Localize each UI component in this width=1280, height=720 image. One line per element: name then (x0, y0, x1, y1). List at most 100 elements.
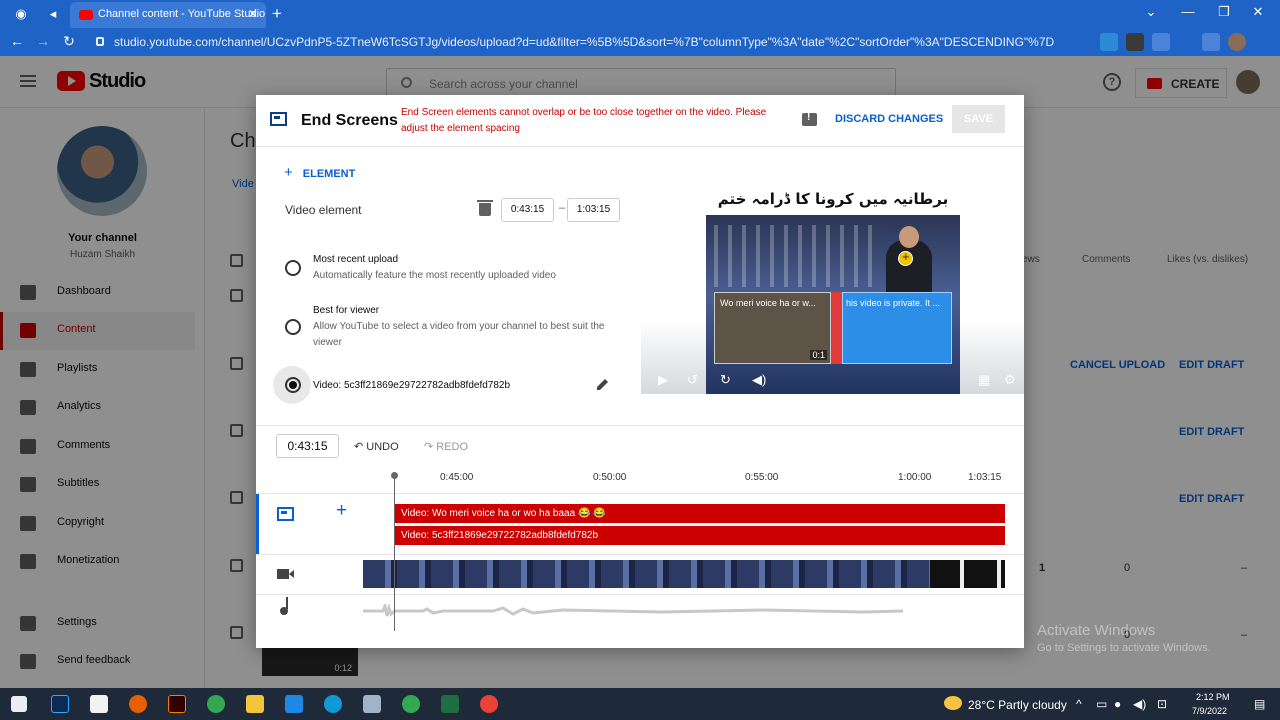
video-track-icon (277, 569, 294, 579)
rewind-icon[interactable]: ↺ (687, 372, 698, 388)
forward-icon[interactable]: ↻ (720, 372, 731, 388)
excel-icon[interactable] (441, 695, 459, 713)
youtube-favicon-icon (79, 10, 93, 20)
chrome-icon[interactable] (207, 695, 225, 713)
clock-date[interactable]: 7/9/2022 (1192, 706, 1227, 716)
radio-most-recent-upload[interactable] (285, 260, 301, 276)
timeline-element-bar[interactable]: Video: 5c3ff21869e29722782adb8fdefd782b (395, 526, 1005, 545)
windows-taskbar: 28°C Partly cloudy ^ ▭ ● ◀) ⊡ 2:12 PM 7/… (0, 688, 1280, 720)
discard-changes-button[interactable]: DISCARD CHANGES (835, 113, 943, 125)
tab-close-icon[interactable]: ✕ (248, 7, 258, 21)
delete-icon[interactable] (477, 200, 493, 216)
end-screens-dialog: End Screens End Screen elements cannot o… (256, 95, 1024, 648)
time-range-dash: – (559, 202, 566, 214)
windows-start-icon[interactable] (11, 696, 27, 712)
edge-icon[interactable] (324, 695, 342, 713)
start-time-input[interactable]: 0:43:15 (501, 198, 554, 222)
background-stripes (714, 225, 874, 287)
chrome-profile-icon[interactable] (402, 695, 420, 713)
add-track-element-icon[interactable]: + (336, 500, 347, 522)
browser-tab[interactable]: Channel content - YouTube Studio ✕ (70, 2, 266, 28)
activate-windows-subtitle: Go to Settings to activate Windows. (1037, 642, 1211, 654)
notifications-icon[interactable]: ▤ (1254, 697, 1265, 711)
side-panel-icon[interactable] (1202, 33, 1220, 51)
edit-pencil-icon[interactable] (596, 378, 609, 391)
tray-network-icon[interactable]: ▭ (1096, 697, 1107, 711)
timeline-tick: 0:55:00 (745, 472, 779, 483)
minimize-icon[interactable]: — (1173, 4, 1203, 19)
browser-tab-bar: ◉ ◂ Channel content - YouTube Studio ✕ +… (0, 0, 1280, 28)
active-track-indicator (256, 494, 259, 554)
redo-button[interactable]: ↷ REDO (424, 440, 468, 453)
file-explorer-icon[interactable] (246, 695, 264, 713)
move-cursor-icon (898, 249, 913, 266)
end-screen-track-icon (277, 507, 294, 521)
weather-icon[interactable] (944, 696, 962, 710)
photoshop-icon[interactable] (51, 695, 69, 713)
forward-icon[interactable]: → (33, 33, 53, 49)
element-b-label: his video is private. It ... (846, 298, 941, 308)
timeline-tracks: + Video: Wo meri voice ha or wo ha baaa … (256, 493, 1024, 633)
end-screen-element-b[interactable]: his video is private. It ... (842, 292, 952, 364)
volume-icon[interactable]: ◀) (752, 372, 766, 388)
current-time-input[interactable]: 0:43:15 (276, 434, 339, 458)
option-title: Best for viewer (313, 305, 380, 316)
tab-list-icon[interactable]: ⌄ (1136, 4, 1166, 20)
undo-icon: ↶ (354, 441, 367, 453)
add-element-button[interactable]: + ELEMENT (284, 164, 355, 181)
timeline-playhead[interactable] (391, 472, 398, 631)
radio-specific-video[interactable] (285, 377, 301, 393)
option-title: Video: 5c3ff21869e29722782adb8fdefd782b (313, 380, 511, 391)
tray-volume-icon[interactable]: ◀) (1133, 697, 1146, 711)
tab-search-icon[interactable]: ◂ (44, 5, 62, 23)
address-bar: ← → ↻ studio.youtube.com/channel/UCzvPdn… (0, 28, 1280, 56)
maximize-icon[interactable]: ❐ (1209, 4, 1239, 20)
element-settings-panel: + ELEMENT Video element 0:43:15 – 1:03:15… (256, 147, 640, 425)
clock-time[interactable]: 2:12 PM (1196, 692, 1230, 702)
timeline-tick: 0:50:00 (593, 472, 627, 483)
end-screen-element-a[interactable]: Wo meri voice ha or w... 0:1 (714, 292, 831, 364)
firefox-icon[interactable] (129, 695, 147, 713)
player-controls: ▶ ↺ ↻ ◀) ▦ ⚙ (641, 369, 1024, 394)
redo-icon: ↷ (424, 441, 437, 453)
window-close-icon[interactable]: ✕ (1243, 4, 1273, 20)
illustrator-icon[interactable] (168, 695, 186, 713)
timeline-element-bar[interactable]: Video: Wo meri voice ha or wo ha baaa 😂 … (395, 504, 1005, 523)
new-tab-icon[interactable]: + (272, 4, 282, 24)
divider (256, 425, 1024, 426)
timeline-tick: 1:00:00 (898, 472, 932, 483)
app-icon[interactable] (285, 695, 303, 713)
tray-expand-icon[interactable]: ^ (1076, 697, 1082, 711)
grid-icon[interactable]: ▦ (978, 372, 990, 388)
feedback-icon[interactable] (802, 112, 817, 126)
play-icon[interactable]: ▶ (658, 372, 668, 388)
end-screen-icon (270, 112, 287, 126)
url-field[interactable]: studio.youtube.com/channel/UCzvPdnP5-5ZT… (90, 31, 1090, 53)
video-filmstrip-end (930, 560, 1005, 588)
undo-button[interactable]: ↶ UNDO (354, 440, 399, 453)
preview-frame: برطانیہ میں کرونا کا ڈرامہ ختم Wo meri v… (706, 182, 960, 394)
player-settings-icon[interactable]: ⚙ (1004, 372, 1016, 388)
back-icon[interactable]: ← (7, 33, 27, 49)
weather-text[interactable]: 28°C Partly cloudy (968, 698, 1067, 712)
plus-icon: + (284, 164, 293, 181)
end-time-input[interactable]: 1:03:15 (567, 198, 620, 222)
file-icon[interactable] (90, 695, 108, 713)
option-description: Allow YouTube to select a video from you… (313, 321, 605, 348)
profile-avatar-icon[interactable] (1228, 33, 1246, 51)
reload-icon[interactable]: ↻ (59, 33, 79, 50)
audio-waveform (363, 604, 903, 617)
notepad-icon[interactable] (363, 695, 381, 713)
activate-windows-title: Activate Windows (1037, 622, 1156, 639)
extension-m-icon[interactable] (1126, 33, 1144, 51)
lock-icon (96, 37, 104, 46)
radio-best-for-viewer[interactable] (285, 319, 301, 335)
tray-language-icon[interactable]: ⊡ (1157, 697, 1167, 711)
chrome-active-icon[interactable] (480, 695, 498, 713)
extension-icon[interactable] (1100, 33, 1118, 51)
browser-menu-icon[interactable]: ◉ (12, 5, 30, 23)
video-filmstrip (363, 560, 1005, 588)
save-button[interactable]: SAVE (952, 105, 1005, 133)
tray-mic-icon[interactable]: ● (1114, 697, 1121, 711)
extensions-puzzle-icon[interactable] (1152, 33, 1170, 51)
